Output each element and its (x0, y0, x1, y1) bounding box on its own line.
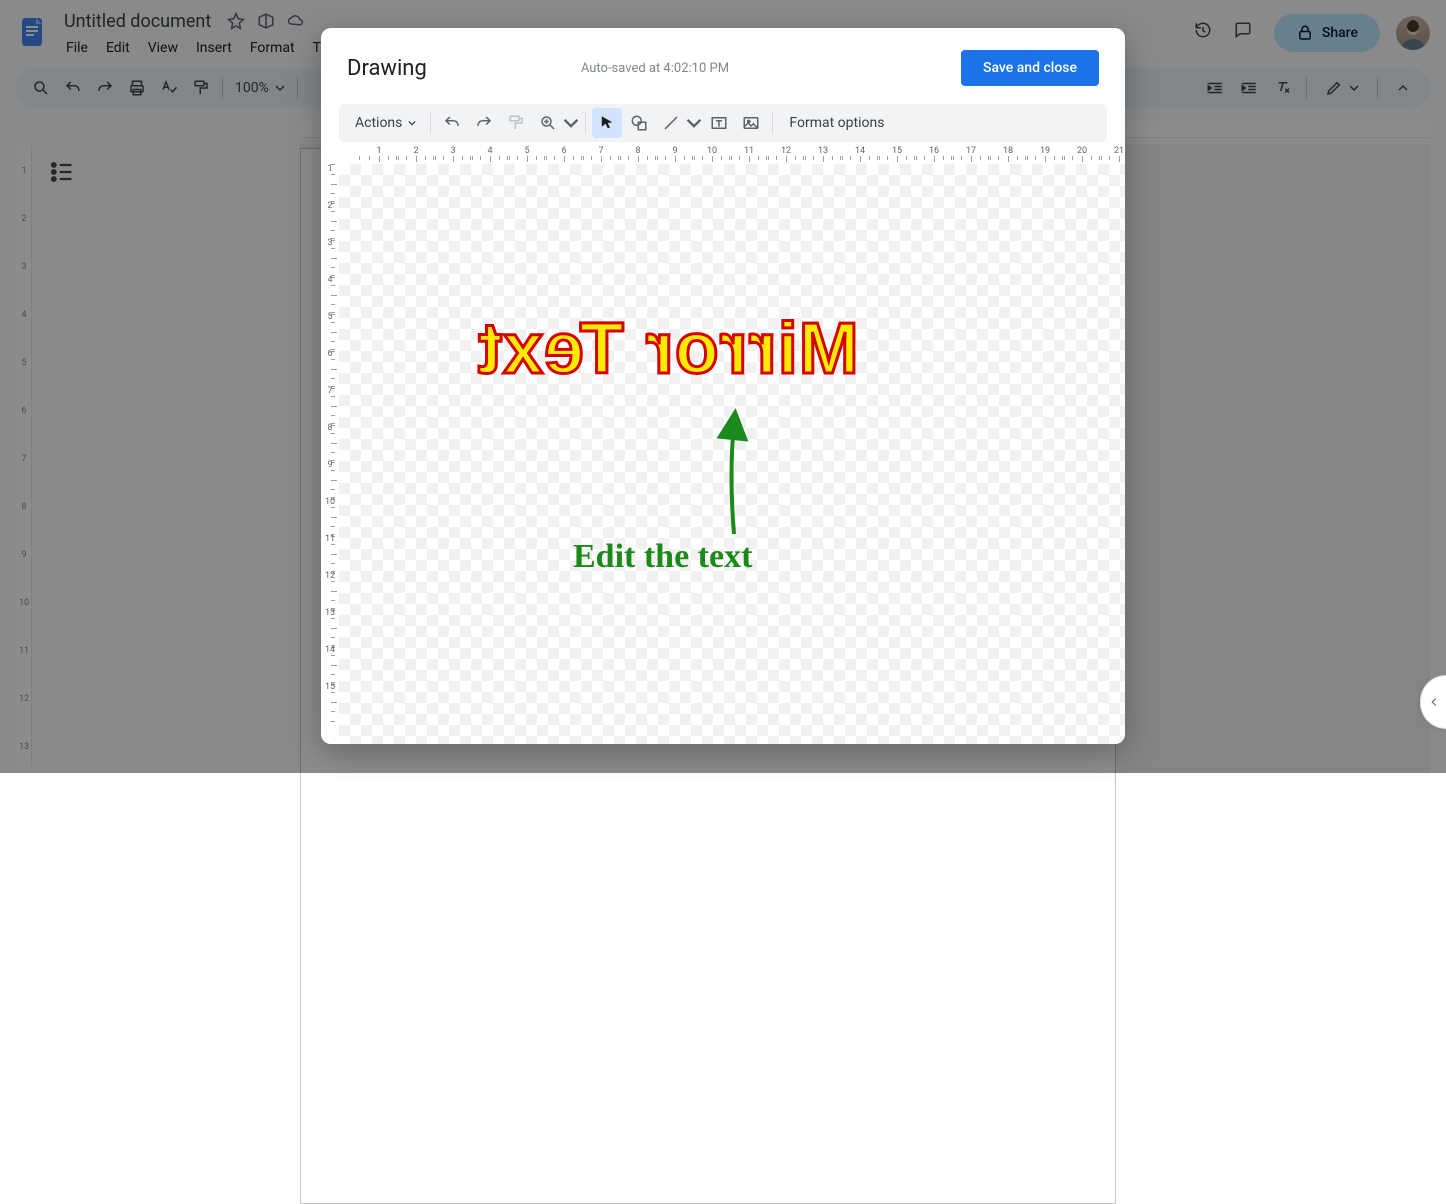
ruler-v-15: 15 (321, 682, 339, 722)
shape-tool-icon[interactable] (624, 108, 654, 138)
paint-format-icon (501, 108, 531, 138)
zoom-dropdown-icon[interactable] (563, 108, 579, 138)
ruler-h-21: 21 (1099, 146, 1125, 156)
line-tool-icon[interactable] (656, 108, 686, 138)
drawing-horizontal-ruler: 123456789101112131415161718192021 (341, 146, 1125, 164)
ruler-h-2: 2 (396, 146, 436, 156)
save-and-close-button[interactable]: Save and close (961, 50, 1099, 86)
ruler-v-1: 1 (321, 164, 339, 204)
ruler-h-13: 13 (803, 146, 843, 156)
transparency-grid (339, 164, 1125, 744)
drawing-title: Drawing (347, 56, 427, 81)
ruler-h-1: 1 (359, 146, 399, 156)
autosave-status: Auto-saved at 4:02:10 PM (581, 61, 729, 76)
format-options-button[interactable]: Format options (779, 111, 894, 135)
ruler-h-16: 16 (914, 146, 954, 156)
ruler-h-19: 19 (1025, 146, 1065, 156)
drawing-canvas[interactable]: Mirror Text Edit the text (339, 164, 1125, 744)
ruler-v-9: 9 (321, 460, 339, 500)
ruler-v-7: 7 (321, 386, 339, 426)
ruler-h-12: 12 (766, 146, 806, 156)
ruler-v-12: 12 (321, 571, 339, 611)
drawing-vertical-ruler: 123456789101112131415 (321, 164, 339, 744)
ruler-h-3: 3 (433, 146, 473, 156)
ruler-h-14: 14 (840, 146, 880, 156)
ruler-h-4: 4 (470, 146, 510, 156)
actions-menu-button[interactable]: Actions (347, 111, 424, 135)
drawing-toolbar: Actions Format options (339, 104, 1107, 142)
ruler-h-9: 9 (655, 146, 695, 156)
ruler-v-10: 10 (321, 497, 339, 537)
zoom-icon[interactable] (533, 108, 563, 138)
ruler-v-11: 11 (321, 534, 339, 574)
actions-label: Actions (355, 115, 402, 131)
drawing-dialog: Drawing Auto-saved at 4:02:10 PM Save an… (321, 28, 1125, 744)
ruler-v-2: 2 (321, 201, 339, 241)
ruler-v-3: 3 (321, 238, 339, 278)
drawing-dialog-header: Drawing Auto-saved at 4:02:10 PM Save an… (321, 28, 1125, 92)
ruler-h-10: 10 (692, 146, 732, 156)
select-tool-icon[interactable] (592, 108, 622, 138)
ruler-h-18: 18 (988, 146, 1028, 156)
undo-icon[interactable] (437, 108, 467, 138)
ruler-h-20: 20 (1062, 146, 1102, 156)
ruler-v-14: 14 (321, 645, 339, 685)
ruler-v-4: 4 (321, 275, 339, 315)
ruler-v-5: 5 (321, 312, 339, 352)
drawing-canvas-area: 123456789101112131415161718192021 123456… (321, 142, 1125, 744)
ruler-h-8: 8 (618, 146, 658, 156)
text-box-tool-icon[interactable] (704, 108, 734, 138)
ruler-h-11: 11 (729, 146, 769, 156)
mirrored-text-object[interactable]: Mirror Text (477, 308, 859, 390)
image-tool-icon[interactable] (736, 108, 766, 138)
ruler-h-5: 5 (507, 146, 547, 156)
ruler-v-8: 8 (321, 423, 339, 463)
ruler-h-7: 7 (581, 146, 621, 156)
redo-icon[interactable] (469, 108, 499, 138)
ruler-h-6: 6 (544, 146, 584, 156)
ruler-v-6: 6 (321, 349, 339, 389)
ruler-h-17: 17 (951, 146, 991, 156)
ruler-h-15: 15 (877, 146, 917, 156)
line-dropdown-icon[interactable] (686, 108, 702, 138)
annotation-text: Edit the text (573, 538, 752, 576)
ruler-v-13: 13 (321, 608, 339, 648)
